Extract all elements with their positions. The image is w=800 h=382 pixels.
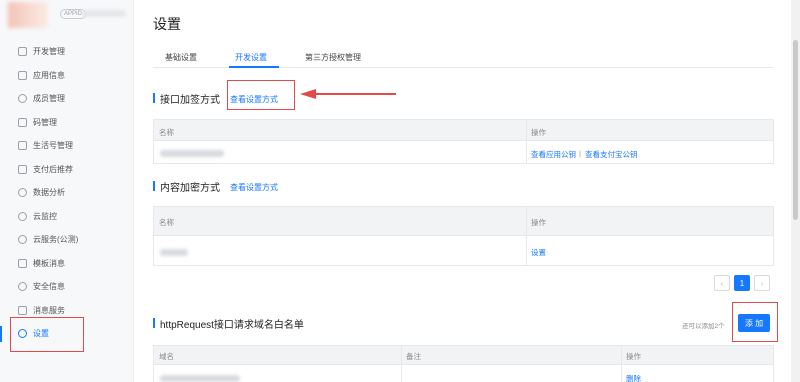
grid-icon	[18, 70, 27, 80]
sidebar-item-cloud-service[interactable]: 云服务(公测)	[0, 228, 134, 252]
active-tab-indicator	[229, 66, 279, 68]
tab-dev-settings[interactable]: 开发设置	[235, 52, 267, 63]
code-icon	[18, 47, 27, 57]
sidebar-item-security[interactable]: 安全信息	[0, 275, 134, 299]
sidebar-item-label: 安全信息	[33, 282, 65, 292]
col-action: 操作	[626, 352, 641, 361]
annotation-box-add	[732, 302, 778, 342]
annotation-box-link	[227, 80, 295, 110]
chart-icon	[18, 188, 27, 198]
next-page-button[interactable]: ›	[754, 275, 770, 291]
col-action: 操作	[531, 218, 546, 227]
encryption-view-method-link[interactable]: 查看设置方式	[230, 182, 278, 193]
document-icon	[18, 141, 27, 151]
shield-icon	[18, 282, 27, 292]
tab-basic-settings[interactable]: 基础设置	[165, 52, 197, 63]
section-title-whitelist: httpRequest接口请求域名白名单	[160, 320, 304, 331]
sidebar-item-label: 应用信息	[33, 70, 65, 80]
row-divider	[154, 235, 773, 236]
sidebar-item-analytics[interactable]: 数据分析	[0, 181, 134, 205]
sidebar-item-label: 生活号管理	[33, 141, 73, 151]
col-name: 名称	[159, 218, 174, 227]
column-divider	[526, 207, 527, 265]
cloud-icon	[18, 211, 27, 221]
tab-third-party-auth[interactable]: 第三方授权管理	[305, 52, 361, 63]
app-logo	[8, 2, 48, 28]
main-content: 设置 基础设置 开发设置 第三方授权管理 接口加签方式 查看设置方式 名称 操作…	[134, 0, 787, 382]
sidebar-item-label: 码管理	[33, 117, 57, 127]
section-marker	[153, 318, 155, 328]
tab-bar: 基础设置 开发设置 第三方授权管理	[153, 52, 773, 68]
sidebar-item-label: 模板消息	[33, 258, 65, 268]
sidebar-item-post-pay[interactable]: 支付后推荐	[0, 158, 134, 182]
message-icon	[18, 258, 27, 268]
table-header: 名称 操作	[154, 207, 773, 235]
sidebar-item-app-info[interactable]: 应用信息	[0, 64, 134, 88]
sidebar-nav: 开发管理 应用信息 成员管理 码管理 生活号管理 支付后推荐 数据分析 云监控 …	[0, 40, 134, 346]
sidebar-item-template-msg[interactable]: 模板消息	[0, 252, 134, 276]
row-divider	[154, 364, 773, 365]
annotation-box-settings	[10, 317, 84, 352]
sidebar-item-label: 开发管理	[33, 47, 65, 57]
qrcode-icon	[18, 117, 27, 127]
col-action: 操作	[531, 128, 546, 137]
signing-name-redacted	[160, 150, 224, 157]
encryption-table: 名称 操作 设置	[153, 206, 774, 266]
scrollbar[interactable]	[791, 0, 800, 382]
section-marker	[153, 181, 155, 191]
page-title: 设置	[153, 16, 181, 32]
signing-table: 名称 操作 查看应用公钥 | 查看支付宝公钥	[153, 119, 774, 164]
page-1-button[interactable]: 1	[734, 275, 750, 291]
mail-icon	[18, 305, 27, 315]
sidebar-item-label: 云服务(公测)	[33, 235, 79, 245]
sidebar-item-label: 云监控	[33, 211, 57, 221]
sidebar-item-life-account[interactable]: 生活号管理	[0, 134, 134, 158]
col-name: 名称	[159, 128, 174, 137]
section-marker	[153, 93, 155, 103]
prev-page-button[interactable]: ‹	[714, 275, 730, 291]
sidebar-item-label: 消息服务	[33, 305, 65, 315]
app-root: APPID 开发管理 应用信息 成员管理 码管理 生活号管理 支付后推荐 数据分…	[0, 0, 800, 382]
link-separator: |	[579, 149, 581, 158]
view-alipay-public-key-link[interactable]: 查看支付宝公钥	[585, 149, 638, 160]
encryption-settings-link[interactable]: 设置	[531, 247, 546, 258]
sidebar-item-label: 数据分析	[33, 188, 65, 198]
view-app-public-key-link[interactable]: 查看应用公钥	[531, 149, 576, 160]
sidebar-item-cloud-monitor[interactable]: 云监控	[0, 205, 134, 229]
table-header: 名称 操作	[154, 120, 773, 140]
cloud-service-icon	[18, 235, 27, 245]
card-icon	[18, 164, 27, 174]
table-header: 域名 备注 操作	[154, 346, 773, 364]
delete-domain-link[interactable]: 删除	[626, 373, 641, 382]
user-icon	[18, 94, 27, 104]
section-title-signing: 接口加签方式	[160, 95, 220, 106]
domain-redacted	[160, 375, 240, 382]
section-title-encryption: 内容加密方式	[160, 183, 220, 194]
sidebar: APPID 开发管理 应用信息 成员管理 码管理 生活号管理 支付后推荐 数据分…	[0, 0, 134, 382]
encryption-name-redacted	[160, 249, 188, 256]
col-domain: 域名	[159, 352, 174, 361]
annotation-arrow-icon	[300, 89, 396, 99]
app-name-redacted	[82, 10, 126, 17]
row-divider	[154, 140, 773, 141]
sidebar-item-codes[interactable]: 码管理	[0, 111, 134, 135]
remaining-count-hint: 还可以添加2个	[682, 323, 725, 330]
whitelist-table: 域名 备注 操作 删除	[153, 345, 774, 382]
sidebar-item-members[interactable]: 成员管理	[0, 87, 134, 111]
col-note: 备注	[406, 352, 421, 361]
scrollbar-thumb[interactable]	[793, 40, 798, 220]
pagination: ‹ 1 ›	[714, 275, 770, 291]
column-divider	[526, 120, 527, 163]
sidebar-item-dev-management[interactable]: 开发管理	[0, 40, 134, 64]
sidebar-item-label: 成员管理	[33, 94, 65, 104]
sidebar-item-label: 支付后推荐	[33, 164, 73, 174]
